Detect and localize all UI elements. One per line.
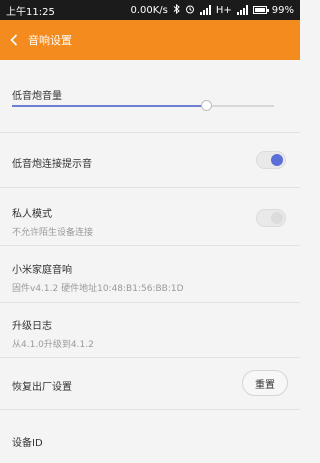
private-mode-toggle[interactable] xyxy=(256,209,286,227)
speaker-firmware-info: 固件v4.1.2 硬件地址10:48:B1:56:BB:1D xyxy=(12,284,184,294)
subwoofer-tone-label: 低音炮连接提示音 xyxy=(12,159,92,170)
status-time: 上午11:25 xyxy=(6,6,55,18)
factory-reset-row: 恢复出厂设置 重置 xyxy=(0,358,300,410)
network-speed: 0.00K/s xyxy=(130,4,168,16)
signal-icon-2 xyxy=(236,5,248,15)
reset-button[interactable]: 重置 xyxy=(242,370,288,396)
device-id-label: 设备ID xyxy=(12,438,43,449)
slider-fill xyxy=(12,105,206,107)
battery-percent: 99% xyxy=(271,4,294,16)
private-mode-label: 私人模式 xyxy=(12,209,52,220)
subwoofer-tone-row: 低音炮连接提示音 xyxy=(0,133,300,188)
upgrade-log-row[interactable]: 升级日志 从4.1.0升级到4.1.2 xyxy=(0,303,300,358)
header-bar: 音响设置 xyxy=(0,20,300,60)
slider-knob[interactable] xyxy=(200,100,212,111)
network-type: H+ xyxy=(215,4,232,16)
subwoofer-volume-row: 低音炮音量 xyxy=(0,60,300,133)
bluetooth-icon xyxy=(173,3,180,17)
device-id-row[interactable]: 设备ID xyxy=(0,410,300,463)
private-mode-description: 不允许陌生设备连接 xyxy=(12,228,94,238)
battery-icon xyxy=(252,6,269,14)
toggle-knob xyxy=(271,212,283,224)
page-title: 音响设置 xyxy=(28,34,72,47)
speaker-name-label: 小米家庭音响 xyxy=(12,265,72,276)
back-button[interactable] xyxy=(0,20,28,60)
alarm-icon xyxy=(185,4,195,17)
subwoofer-tone-toggle[interactable] xyxy=(256,151,286,169)
chevron-left-icon xyxy=(10,34,18,46)
factory-reset-label: 恢复出厂设置 xyxy=(12,382,72,393)
toggle-knob xyxy=(271,154,283,166)
status-bar: 上午11:25 0.00K/s H+ 99% xyxy=(0,0,300,20)
upgrade-log-label: 升级日志 xyxy=(12,321,52,332)
subwoofer-volume-label: 低音炮音量 xyxy=(12,91,62,102)
speaker-info-row[interactable]: 小米家庭音响 固件v4.1.2 硬件地址10:48:B1:56:BB:1D xyxy=(0,246,300,303)
signal-icon xyxy=(199,5,211,15)
subwoofer-volume-slider[interactable] xyxy=(12,100,274,111)
private-mode-row: 私人模式 不允许陌生设备连接 xyxy=(0,188,300,246)
upgrade-log-description: 从4.1.0升级到4.1.2 xyxy=(12,340,94,350)
